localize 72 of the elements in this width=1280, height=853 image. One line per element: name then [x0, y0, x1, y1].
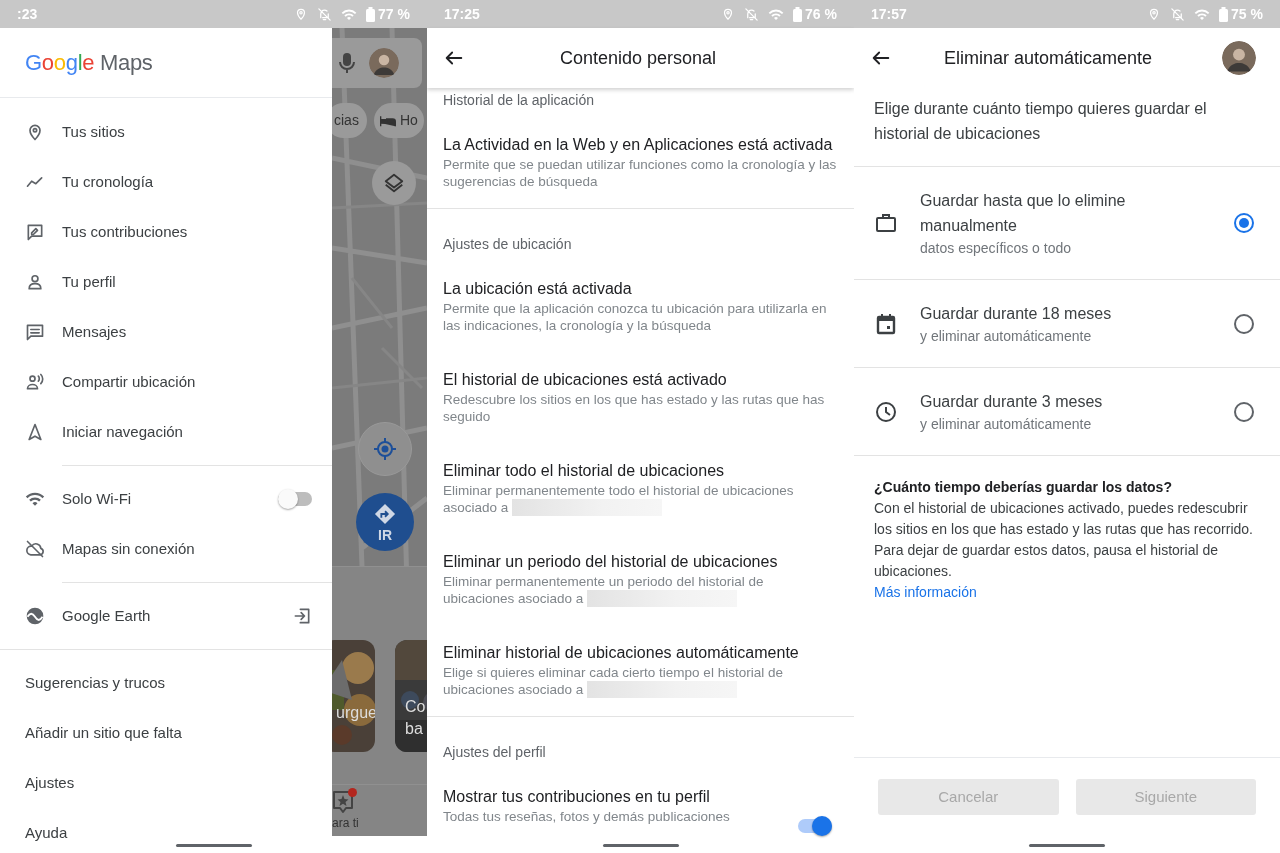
wifi-icon — [768, 7, 785, 21]
home-indicator[interactable] — [175, 844, 252, 847]
menu-item[interactable]: Añadir un sitio que falta — [25, 721, 182, 745]
option-subtitle: y eliminar automáticamente — [920, 415, 1093, 434]
setting-description: Eliminar permanentemente un periodo del historial de ubicaciones asociado a — [443, 573, 765, 607]
setting-title[interactable]: La Actividad en la Web y en Aplicaciones está activada — [443, 135, 838, 155]
menu-item[interactable]: Mensajes — [62, 320, 127, 344]
section-heading: Ajustes del perfil — [442, 743, 547, 761]
navigation-arrow-icon — [25, 422, 45, 442]
cloud-off-icon — [25, 539, 45, 559]
menu-item[interactable]: Ajustes — [25, 771, 75, 795]
menu-item[interactable]: Tu cronología — [62, 170, 154, 194]
menu-item[interactable]: Tus sitios — [62, 120, 125, 144]
option-title[interactable]: Guardar durante 18 meses — [920, 301, 1112, 326]
more-info-link[interactable]: Más información — [874, 584, 977, 600]
setting-description: Elige si quieres eliminar cada cierto tiempo el historial de ubicaciones asociado a — [443, 664, 784, 698]
bell-off-icon — [317, 6, 333, 22]
screen-title: Contenido personal — [560, 46, 717, 70]
menu-item[interactable]: Sugerencias y trucos — [25, 671, 166, 695]
option-title[interactable]: Guardar durante 3 meses — [920, 389, 1103, 414]
menu-item[interactable]: Iniciar navegación — [62, 420, 183, 444]
setting-description: Eliminar permanentemente todo el historial de ubicaciones asociado a — [443, 482, 795, 516]
briefcase-icon — [874, 211, 898, 235]
calendar-icon — [874, 311, 898, 336]
wifi-icon — [1194, 7, 1211, 21]
setting-description: Redescubre los sitios en los que has estado y las rutas que has seguido — [443, 391, 826, 425]
info-text: Con el historial de ubicaciones activado, puedes redescubrir los sitios en los que has estado y las rutas que has recorrido. Para dejar de guardar estos datos, pausa el historial de ubicaciones. — [874, 499, 1254, 581]
battery-icon — [366, 6, 376, 22]
option-subtitle: datos específicos o todo — [920, 239, 1072, 258]
wifi-icon — [341, 7, 358, 21]
toggle-switch[interactable] — [798, 819, 832, 833]
setting-title[interactable]: Mostrar tus contribuciones en tu perfil — [443, 787, 786, 807]
clock-icon — [874, 399, 898, 424]
bell-off-icon — [1170, 6, 1186, 22]
radio-button[interactable] — [1234, 401, 1254, 422]
toggle-switch[interactable] — [278, 492, 312, 506]
home-indicator[interactable] — [602, 844, 679, 847]
setting-title[interactable]: Eliminar todo el historial de ubicaciones — [443, 461, 838, 481]
menu-item[interactable]: Solo Wi-Fi — [62, 487, 132, 511]
exit-arrow-icon[interactable] — [292, 606, 312, 626]
option-subtitle: y eliminar automáticamente — [920, 327, 1093, 346]
app-logo: Google Maps — [25, 49, 153, 77]
setting-title[interactable]: Eliminar historial de ubicaciones automáticamente — [443, 643, 838, 663]
edit-comment-icon — [25, 222, 45, 242]
screen-title: Eliminar automáticamente — [944, 46, 1153, 70]
section-heading: Historial de la aplicación — [442, 91, 595, 109]
radio-button[interactable] — [1234, 213, 1254, 233]
setting-description: Permite que la aplicación conozca tu ubicación para utilizarla en las indicaciones, la cronología y la búsqueda — [443, 300, 828, 334]
menu-item[interactable]: Mapas sin conexión — [62, 537, 195, 561]
info-heading: ¿Cuánto tiempo deberías guardar los datos? — [874, 478, 1173, 497]
person-signal-icon — [25, 372, 45, 392]
setting-description: Permite que se puedan utilizar funciones como la cronología y las sugerencias de búsqueda — [443, 156, 838, 190]
globe-icon — [25, 606, 45, 626]
intro-text: Elige durante cuánto tiempo quieres guardar el historial de ubicaciones — [854, 88, 1280, 167]
battery-icon — [793, 6, 803, 22]
setting-title[interactable]: Eliminar un periodo del historial de ubicaciones — [443, 552, 838, 572]
section-heading: Ajustes de ubicación — [442, 235, 573, 253]
message-icon — [25, 322, 45, 342]
menu-item[interactable]: Tus contribuciones — [62, 220, 188, 244]
bell-off-icon — [744, 6, 760, 22]
menu-item[interactable]: Tu perfil — [62, 270, 116, 294]
setting-title[interactable]: La ubicación está activada — [443, 279, 838, 299]
setting-description: Todas tus reseñas, fotos y demás publicaciones — [443, 808, 731, 825]
avatar — [1222, 41, 1256, 75]
menu-item[interactable]: Compartir ubicación — [62, 370, 196, 394]
person-icon — [25, 272, 45, 292]
menu-item[interactable]: Google Earth — [62, 604, 151, 628]
radio-button[interactable] — [1234, 313, 1254, 334]
option-title[interactable]: Guardar hasta que lo elimine manualmente — [920, 188, 1180, 238]
menu-item[interactable]: Ayuda — [25, 821, 68, 845]
battery-icon — [1219, 6, 1229, 22]
setting-title[interactable]: El historial de ubicaciones está activado — [443, 370, 838, 390]
